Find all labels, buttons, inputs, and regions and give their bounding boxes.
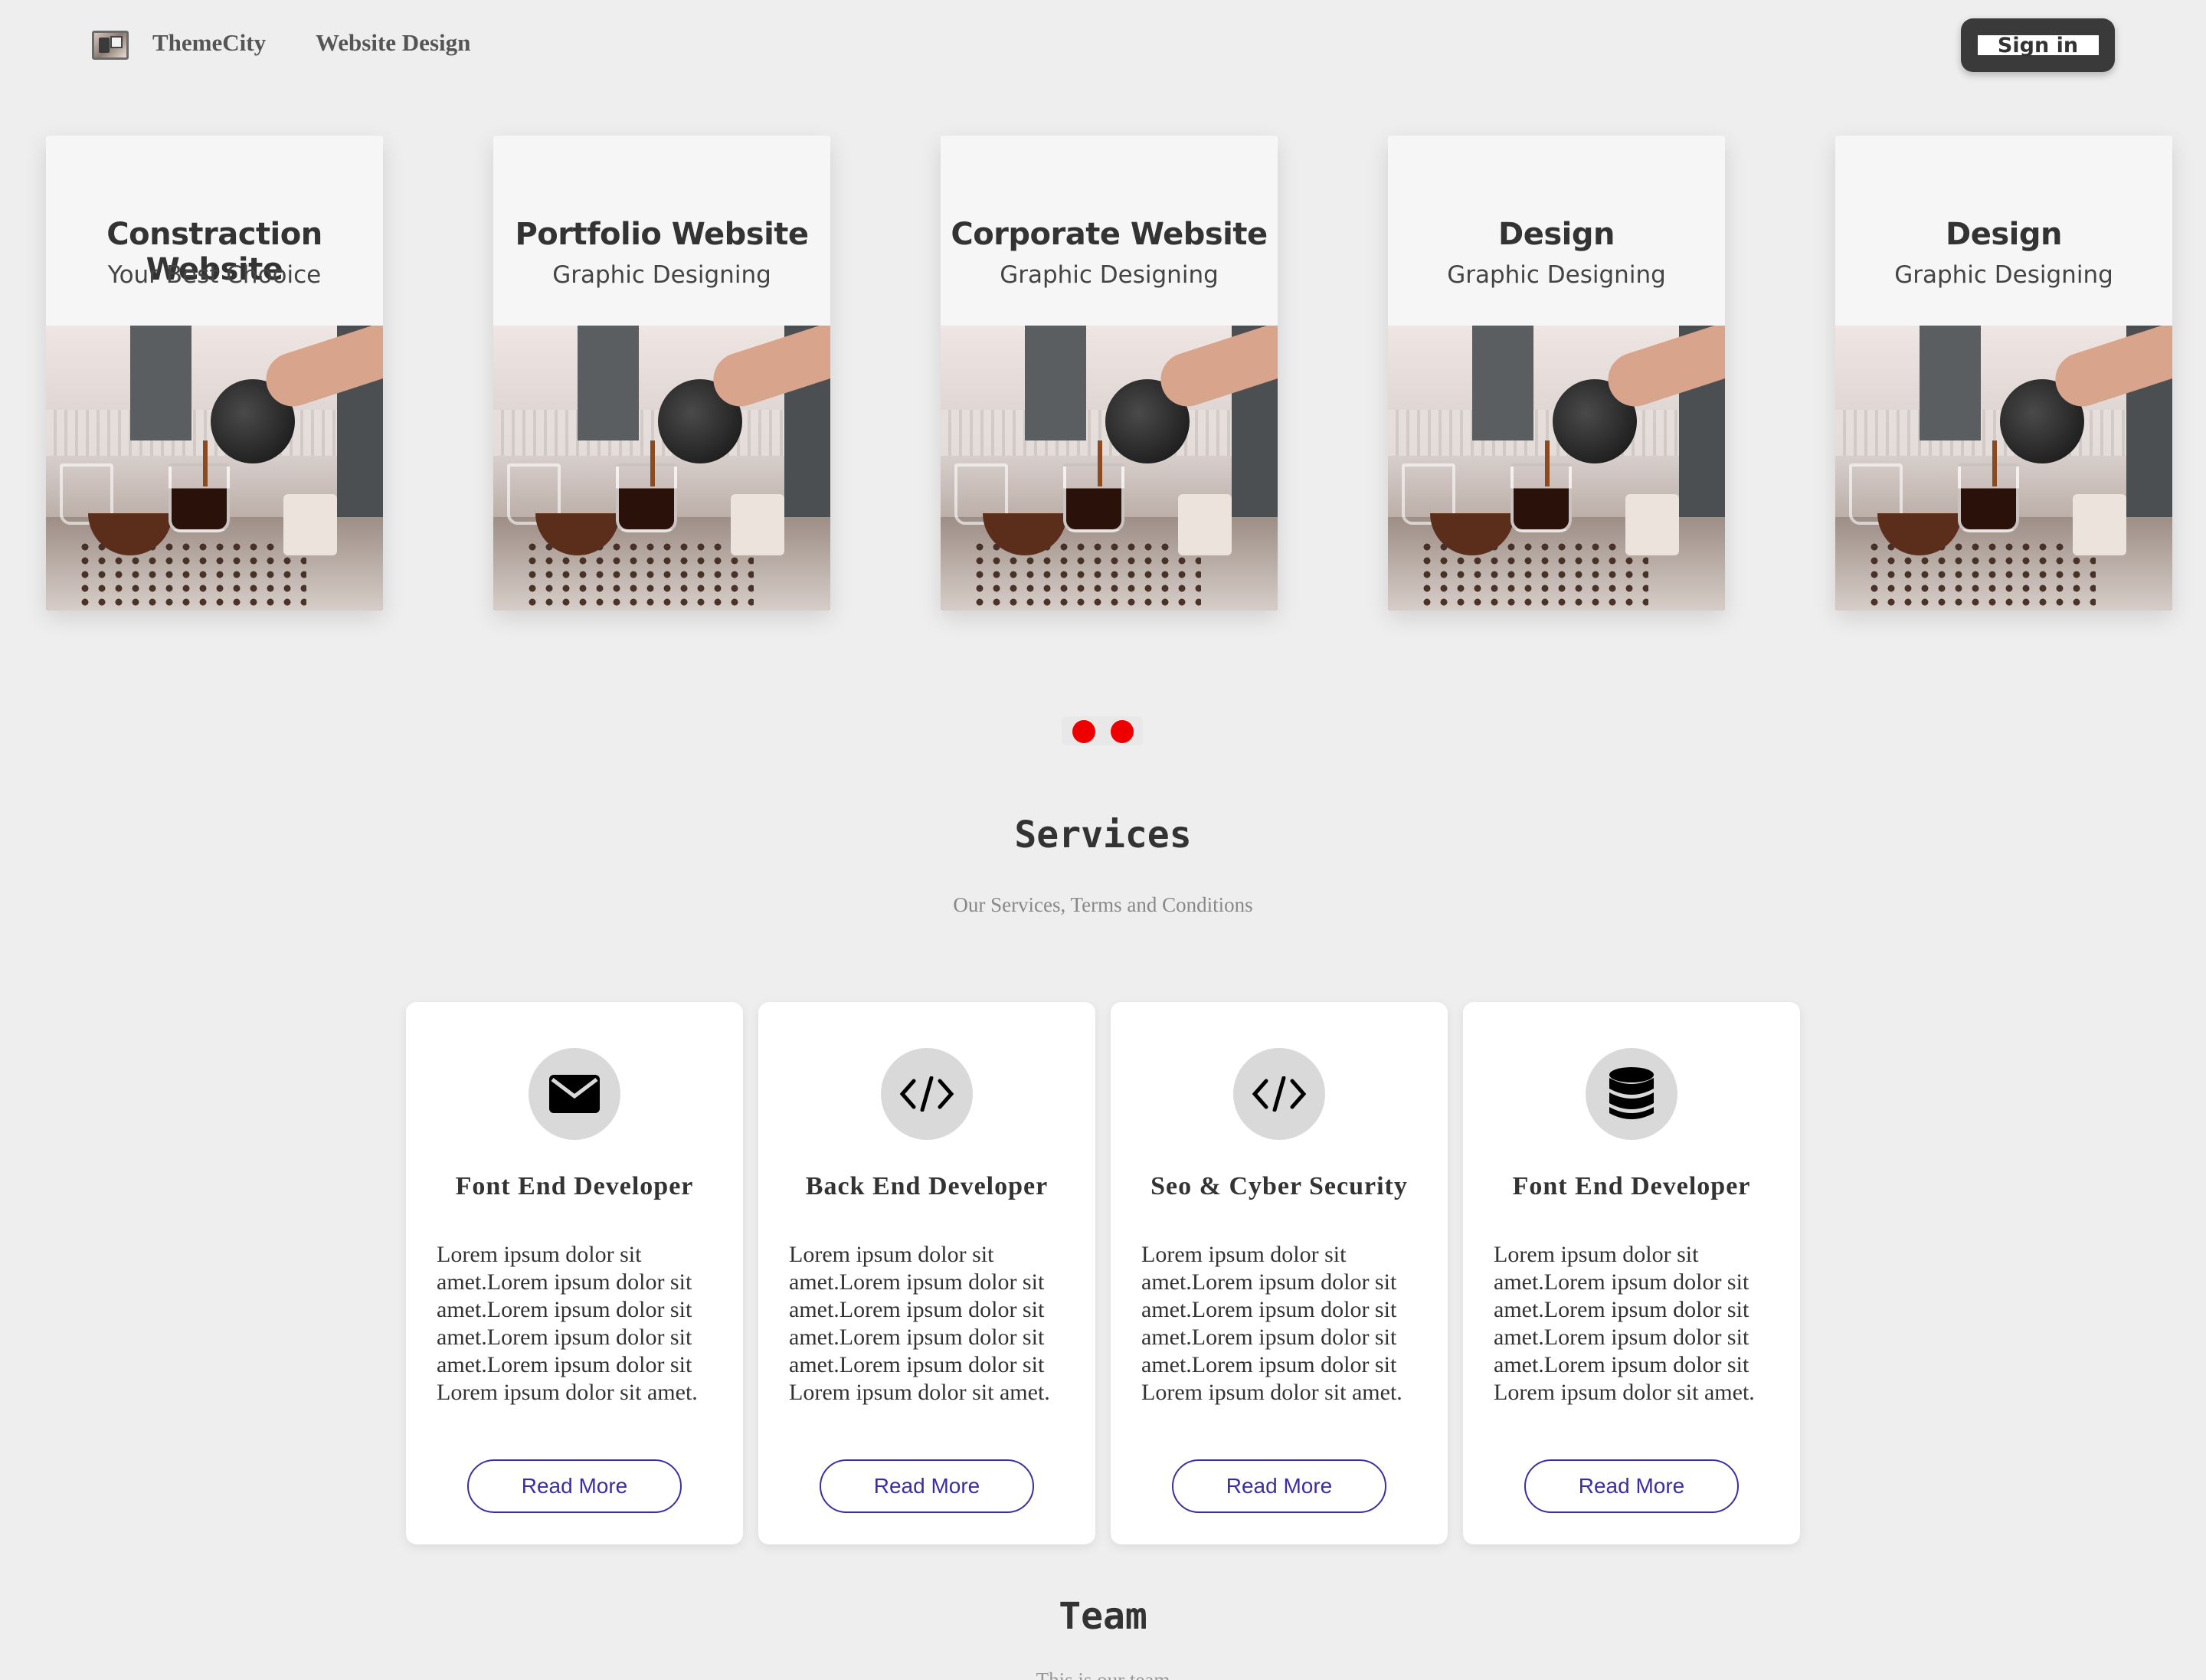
slide-image (493, 326, 830, 611)
carousel-dot[interactable] (1111, 720, 1134, 743)
card-text: Lorem ipsum dolor sit amet.Lorem ipsum d… (1141, 1242, 1402, 1405)
team-subtitle: This is our team (1036, 1669, 1170, 1680)
slide-image (941, 326, 1278, 611)
services-subtitle: Our Services, Terms and Conditions (953, 893, 1253, 916)
carousel-slide[interactable]: Portfolio Website Graphic Designing (493, 136, 830, 611)
services-title: Services (1014, 814, 1192, 856)
card-title: Back End Developer (805, 1172, 1049, 1200)
slide-image (46, 326, 383, 611)
read-more-button[interactable]: Read More (1172, 1459, 1386, 1513)
slide-title: Portfolio Website (515, 217, 809, 252)
card-title: Seo & Cyber Security (1150, 1172, 1408, 1200)
nav-link-website-design[interactable]: Website Design (316, 29, 470, 57)
slide-subtitle: Graphic Designing (552, 261, 771, 289)
sign-in-button[interactable]: Sign in (1961, 18, 2115, 72)
slide-image (1835, 326, 2172, 611)
team-title: Team (1059, 1595, 1147, 1638)
carousel-slide[interactable]: Design Graphic Designing (1388, 136, 1725, 611)
logo-icon[interactable] (92, 31, 129, 60)
carousel-slide[interactable]: Design Graphic Designing (1835, 136, 2172, 611)
sign-in-label: Sign in (1977, 35, 2099, 57)
card-text: Lorem ipsum dolor sit amet.Lorem ipsum d… (437, 1242, 698, 1405)
carousel-dot[interactable] (1072, 720, 1095, 743)
service-card: Seo & Cyber Security Lorem ipsum dolor s… (1111, 1002, 1448, 1544)
slide-subtitle: Graphic Designing (1447, 261, 1666, 289)
slide-title: Corporate Website (951, 217, 1268, 252)
slide-subtitle: Your Best Chooice (107, 261, 322, 289)
envelope-icon (529, 1048, 620, 1140)
service-card: Back End Developer Lorem ipsum dolor sit… (758, 1002, 1095, 1544)
read-more-button[interactable]: Read More (1524, 1459, 1739, 1513)
carousel-slide[interactable]: Corporate Website Graphic Designing (941, 136, 1278, 611)
brand-link[interactable]: ThemeCity (152, 29, 266, 57)
header: ThemeCity Website Design Sign in (0, 0, 2206, 92)
slide-subtitle: Graphic Designing (1894, 261, 2113, 289)
card-text: Lorem ipsum dolor sit amet.Lorem ipsum d… (789, 1242, 1050, 1405)
read-more-button[interactable]: Read More (820, 1459, 1034, 1513)
carousel-pagination (1062, 716, 1143, 745)
service-card: Font End Developer Lorem ipsum dolor sit… (1463, 1002, 1800, 1544)
code-icon (1233, 1048, 1325, 1140)
slide-title: Design (1946, 217, 2062, 252)
slide-image (1388, 326, 1725, 611)
card-title: Font End Developer (455, 1172, 694, 1200)
slide-title: Design (1498, 217, 1615, 252)
carousel-slide[interactable]: Constraction Website Your Best Chooice (46, 136, 383, 611)
portfolio-carousel: Constraction Website Your Best Chooice P… (0, 136, 2206, 614)
database-icon (1586, 1048, 1677, 1140)
read-more-button[interactable]: Read More (467, 1459, 682, 1513)
code-icon (881, 1048, 973, 1140)
slide-subtitle: Graphic Designing (1000, 261, 1219, 289)
card-text: Lorem ipsum dolor sit amet.Lorem ipsum d… (1494, 1242, 1755, 1405)
service-card: Font End Developer Lorem ipsum dolor sit… (406, 1002, 743, 1544)
card-title: Font End Developer (1512, 1172, 1751, 1200)
